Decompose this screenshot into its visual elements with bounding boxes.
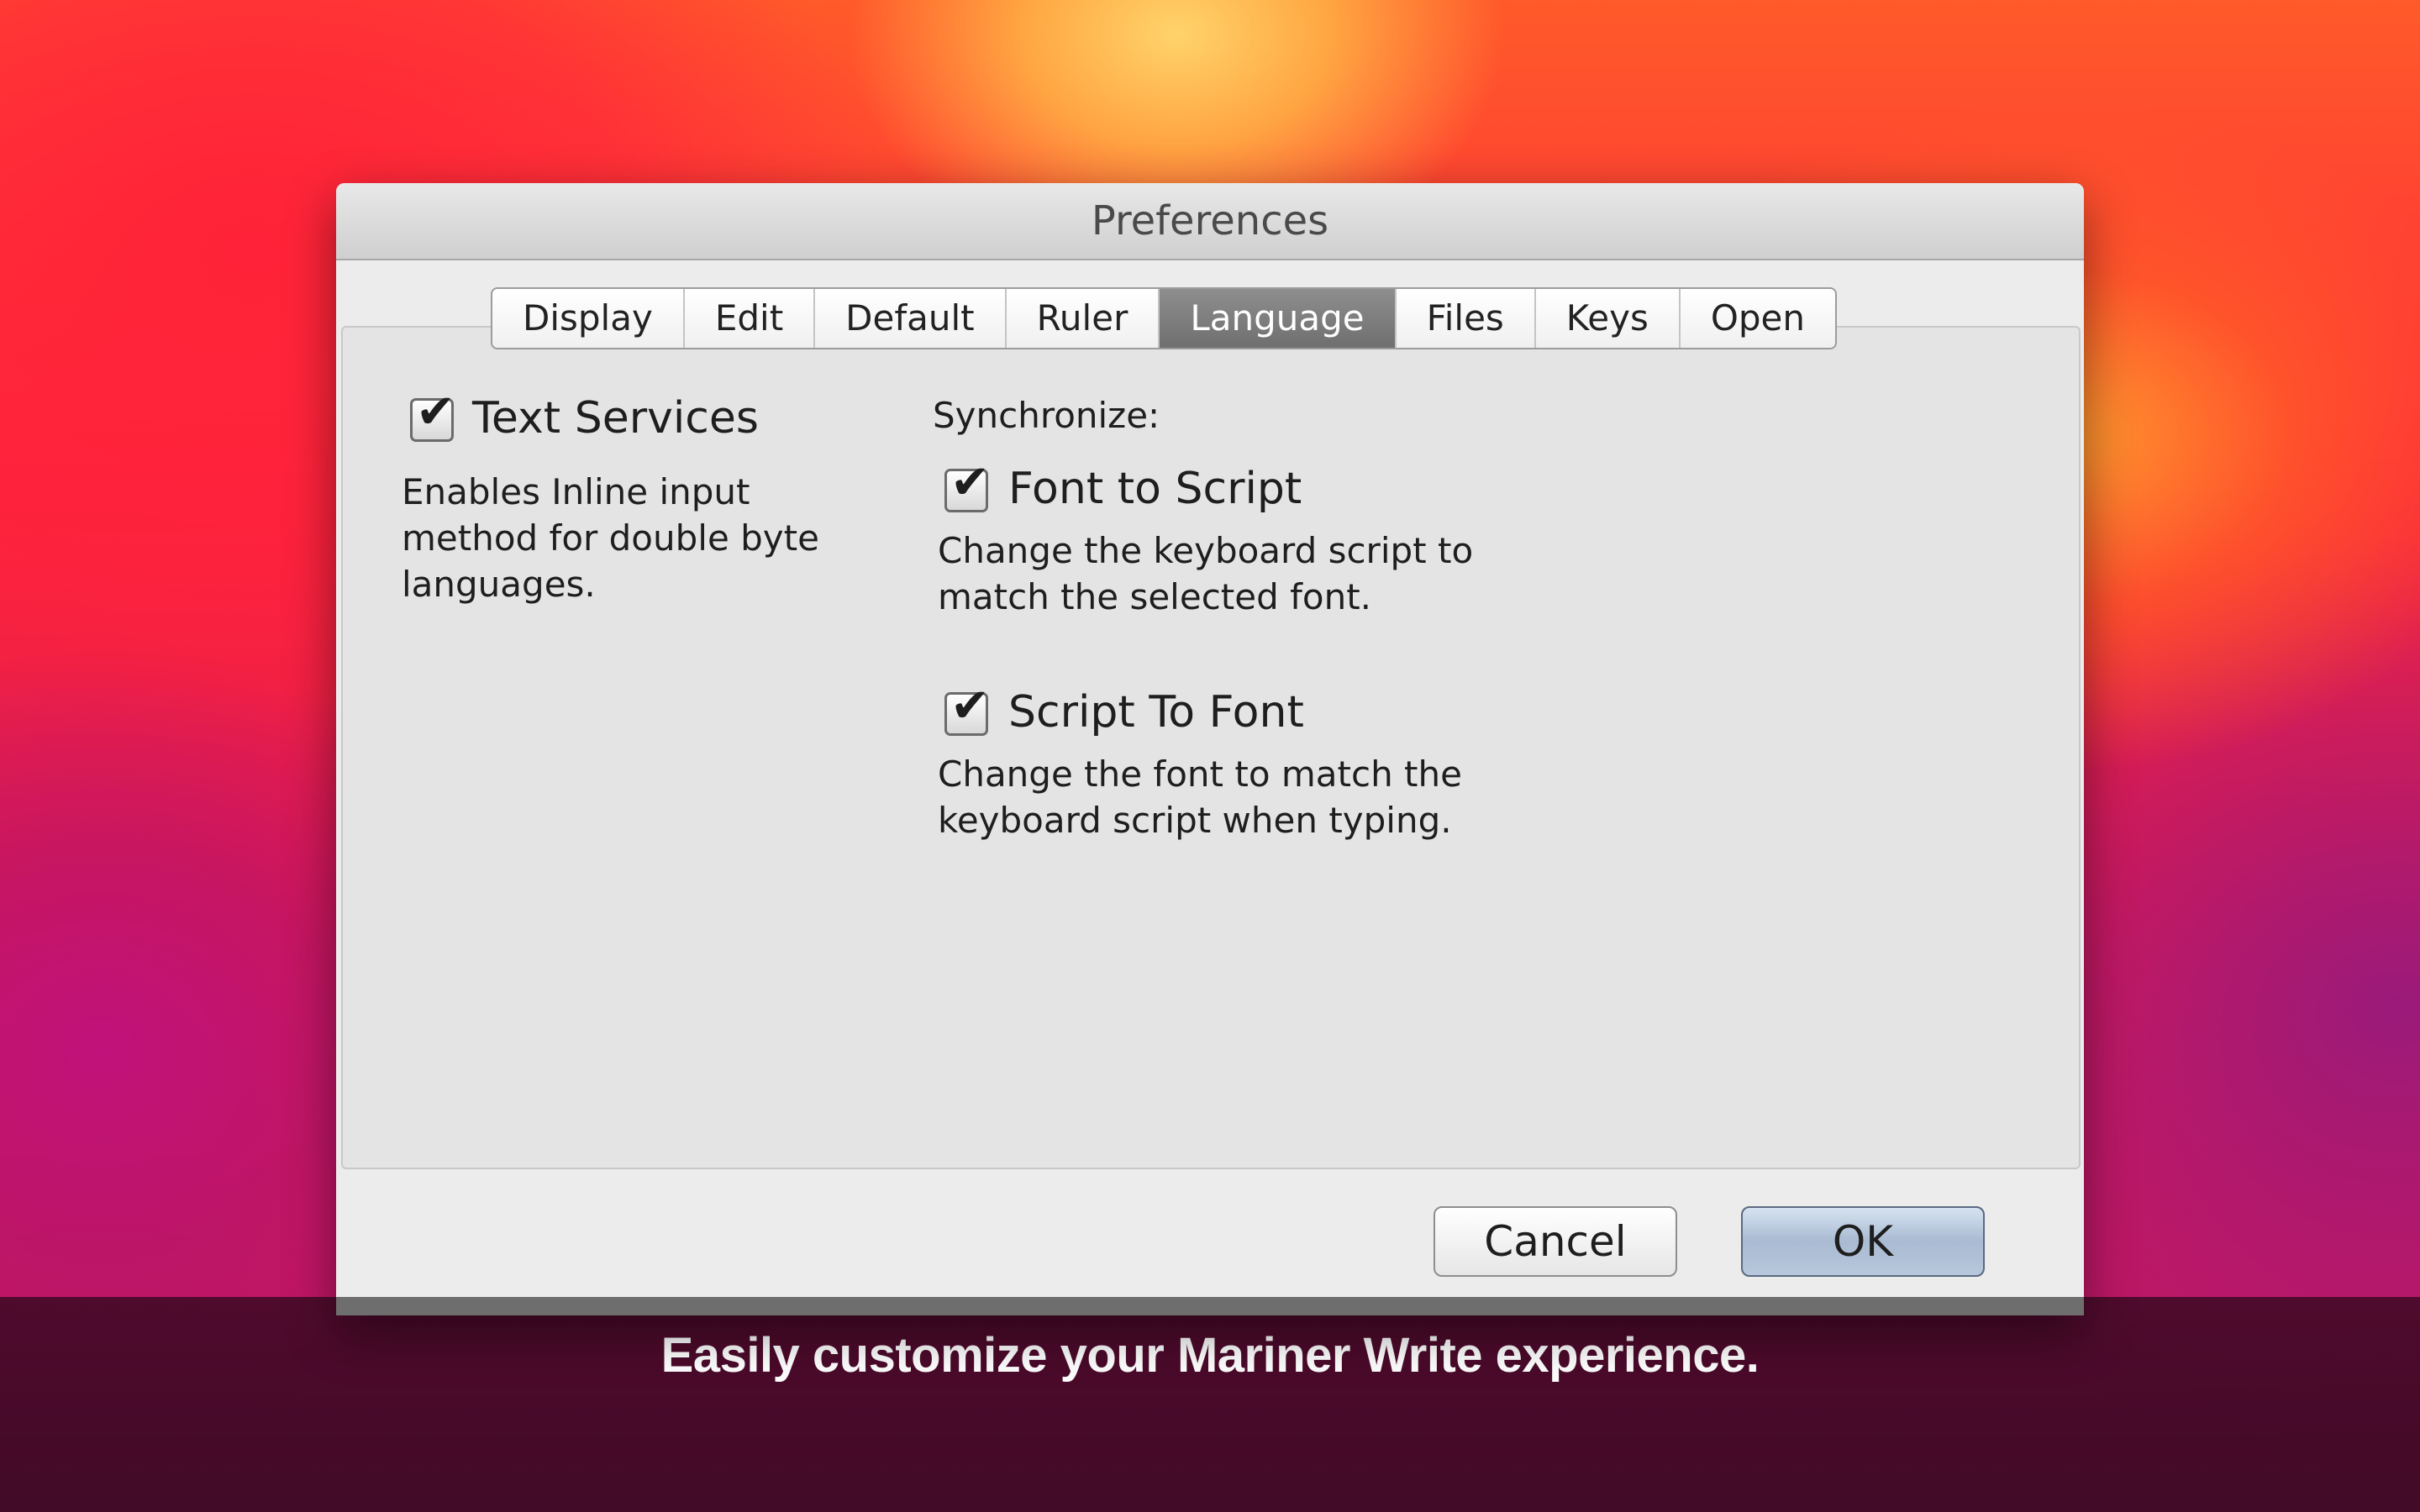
- preferences-window: Preferences ✔ Text Services Enables Inli…: [336, 183, 2084, 1315]
- tab-display[interactable]: Display: [492, 289, 685, 348]
- description-line: Enables Inline input: [402, 471, 750, 512]
- description-line: keyboard script when typing.: [938, 800, 1452, 841]
- text-services-label[interactable]: Text Services: [472, 393, 759, 444]
- window-title: Preferences: [1091, 197, 1329, 244]
- cancel-button[interactable]: Cancel: [1434, 1206, 1677, 1277]
- checkmark-icon: ✔: [950, 455, 990, 510]
- checkmark-icon: ✔: [950, 679, 990, 733]
- preferences-tab-bar: Display Edit Default Ruler Language File…: [491, 287, 1838, 349]
- description-line: Change the keyboard script to: [938, 530, 1474, 571]
- font-to-script-description: Change the keyboard script to match the …: [938, 528, 1473, 620]
- script-to-font-label[interactable]: Script To Font: [1008, 687, 1304, 738]
- ok-button[interactable]: OK: [1741, 1206, 1985, 1277]
- description-line: Change the font to match the: [938, 753, 1462, 795]
- tab-files[interactable]: Files: [1397, 289, 1536, 348]
- tab-keys[interactable]: Keys: [1536, 289, 1681, 348]
- tab-edit[interactable]: Edit: [685, 289, 816, 348]
- script-to-font-checkbox[interactable]: ✔: [944, 683, 990, 736]
- tab-open[interactable]: Open: [1681, 289, 1835, 348]
- tab-language[interactable]: Language: [1160, 289, 1397, 348]
- script-to-font-description: Change the font to match the keyboard sc…: [938, 751, 1462, 843]
- font-to-script-label[interactable]: Font to Script: [1008, 464, 1302, 514]
- title-bar[interactable]: Preferences: [336, 183, 2084, 260]
- description-line: match the selected font.: [938, 576, 1372, 617]
- tab-ruler[interactable]: Ruler: [1007, 289, 1160, 348]
- text-services-description: Enables Inline input method for double b…: [402, 469, 819, 607]
- marketing-caption: Easily customize your Mariner Write expe…: [660, 1328, 1760, 1383]
- checkmark-icon: ✔: [416, 385, 455, 439]
- description-line: method for double byte: [402, 517, 819, 559]
- tab-default[interactable]: Default: [815, 289, 1007, 348]
- window-bottom-edge: [336, 1297, 2084, 1315]
- tab-content-panel: ✔ Text Services Enables Inline input met…: [341, 326, 2081, 1169]
- description-line: languages.: [402, 564, 596, 605]
- synchronize-label: Synchronize:: [933, 395, 1160, 436]
- text-services-checkbox[interactable]: ✔: [410, 389, 455, 442]
- font-to-script-checkbox[interactable]: ✔: [944, 459, 990, 512]
